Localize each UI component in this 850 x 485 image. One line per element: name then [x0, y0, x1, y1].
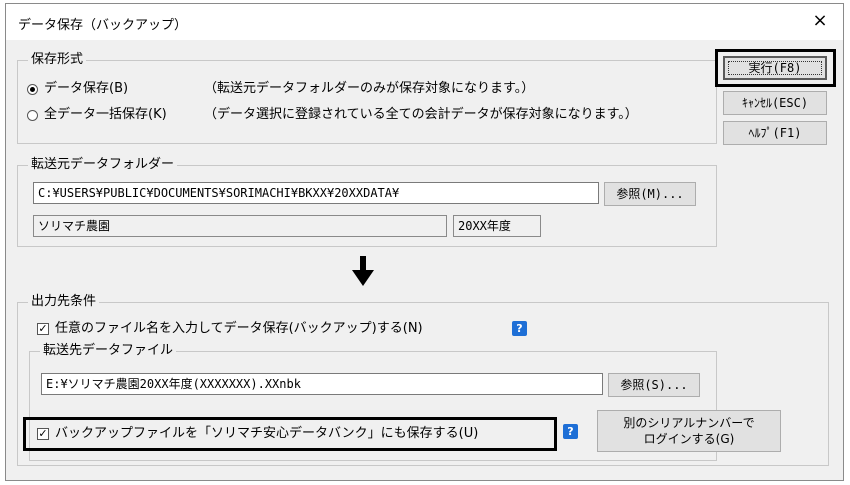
help-icon[interactable]: ?	[512, 321, 527, 336]
company-name: ソリマチ農園	[33, 215, 447, 237]
bank-help-icon[interactable]: ?	[563, 424, 578, 439]
cancel-button[interactable]: ｷｬﾝｾﾙ(ESC)	[723, 91, 827, 115]
radio-data-save[interactable]: データ保存(B)	[27, 81, 128, 97]
login-button-line2: ログインする(G)	[643, 432, 735, 446]
source-path-field[interactable]: C:¥USERS¥PUBLIC¥DOCUMENTS¥SORIMACHI¥BKXX…	[33, 182, 599, 204]
login-button-line1: 別のシリアルナンバーで	[623, 416, 755, 430]
run-button-focus	[728, 61, 822, 75]
run-button[interactable]: 実行(F8)	[723, 56, 827, 80]
custom-filename-checkbox[interactable]: ✓ 任意のファイル名を入力してデータ保存(バックアップ)する(N)	[37, 321, 423, 337]
help-button[interactable]: ﾍﾙﾌﾟ(F1)	[723, 121, 827, 145]
fiscal-year: 20XX年度	[453, 215, 541, 237]
backup-dialog: データ保存（バックアップ） × 保存形式 データ保存(B) （転送元データフォル…	[5, 3, 844, 481]
title-bar: データ保存（バックアップ） ×	[6, 4, 843, 40]
data-bank-label: バックアップファイルを「ソリマチ安心データバンク」にも保存する(U)	[55, 426, 479, 441]
source-browse-button[interactable]: 参照(M)...	[604, 182, 696, 206]
data-bank-check-icon[interactable]: ✓	[37, 428, 49, 440]
radio-all-save-indicator[interactable]	[27, 109, 38, 121]
close-icon[interactable]: ×	[809, 9, 831, 33]
radio-data-save-label: データ保存(B)	[44, 81, 129, 96]
dest-path-field[interactable]: E:¥ソリマチ農園20XX年度(XXXXXXX).XXnbk	[41, 373, 603, 395]
custom-filename-label: 任意のファイル名を入力してデータ保存(バックアップ)する(N)	[55, 321, 423, 336]
radio-all-save[interactable]: 全データ一括保存(K)	[27, 107, 167, 123]
all-save-note: （データ選択に登録されている全ての会計データが保存対象になります。）	[204, 107, 638, 122]
format-group-label: 保存形式	[28, 52, 87, 68]
window-title: データ保存（バックアップ）	[18, 18, 188, 33]
login-other-serial-button[interactable]: 別のシリアルナンバーで ログインする(G)	[597, 410, 781, 452]
output-group-label: 出力先条件	[28, 294, 100, 310]
format-group: 保存形式	[17, 52, 717, 144]
dest-group-label: 転送先データファイル	[40, 343, 177, 359]
dest-browse-button[interactable]: 参照(S)...	[608, 373, 700, 397]
down-arrow-icon	[352, 256, 374, 286]
data-save-note: （転送元データフォルダーのみが保存対象になります。）	[204, 81, 535, 96]
radio-data-save-indicator[interactable]	[27, 83, 38, 95]
custom-filename-check-icon[interactable]: ✓	[37, 323, 49, 335]
data-bank-checkbox[interactable]: ✓ バックアップファイルを「ソリマチ安心データバンク」にも保存する(U)	[37, 426, 478, 442]
radio-all-save-label: 全データ一括保存(K)	[44, 107, 167, 122]
source-group-label: 転送元データフォルダー	[28, 157, 178, 173]
